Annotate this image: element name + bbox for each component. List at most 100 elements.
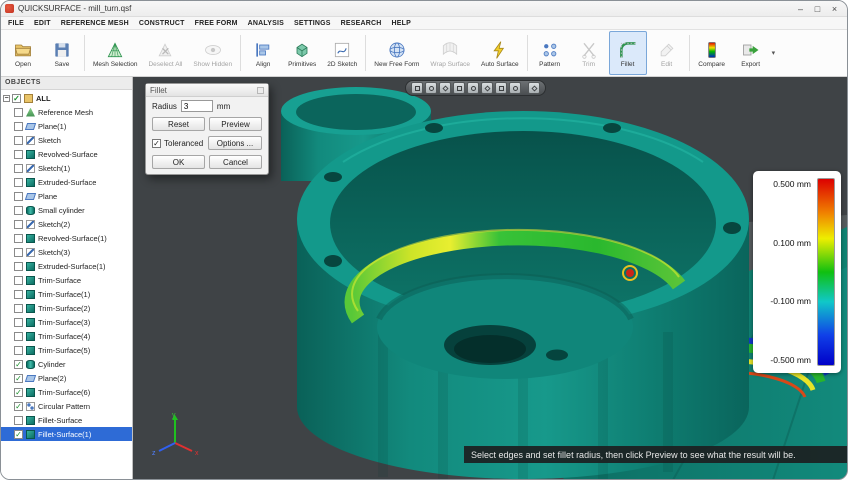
view-iso-view-button[interactable] <box>495 82 507 94</box>
maximize-button[interactable]: □ <box>809 2 826 16</box>
tree-item[interactable]: Sketch(2) <box>1 217 132 231</box>
checkbox[interactable] <box>14 178 23 187</box>
chevron-down-icon[interactable]: ▾ <box>772 49 776 57</box>
checkbox[interactable]: ✓ <box>14 402 23 411</box>
primitives-button[interactable]: Primitives <box>283 31 321 75</box>
show-hidden-button[interactable]: Show Hidden <box>188 31 237 75</box>
checkbox[interactable] <box>14 192 23 201</box>
compare-button[interactable]: Compare <box>693 31 731 75</box>
menu-item-free-form[interactable]: FREE FORM <box>195 20 238 27</box>
collapse-icon[interactable]: − <box>3 95 10 102</box>
checkbox[interactable] <box>14 150 23 159</box>
tree-item[interactable]: ✓Cylinder <box>1 357 132 371</box>
checkbox[interactable] <box>14 332 23 341</box>
checkbox[interactable]: ✓ <box>14 374 23 383</box>
checkbox[interactable] <box>14 346 23 355</box>
trim-button[interactable]: Trim <box>570 31 608 75</box>
menu-item-file[interactable]: FILE <box>8 20 24 27</box>
view-pan-button[interactable] <box>439 82 451 94</box>
tree-item[interactable]: Small cylinder <box>1 203 132 217</box>
viewport[interactable]: Fillet Radius mm Reset Preview ✓ Toleran… <box>133 77 847 479</box>
tree-item[interactable]: Trim-Surface(3) <box>1 315 132 329</box>
tree-item[interactable]: Trim-Surface(1) <box>1 287 132 301</box>
wrap-surface-button[interactable]: Wrap Surface <box>425 31 475 75</box>
checkbox[interactable] <box>14 220 23 229</box>
checkbox[interactable] <box>14 206 23 215</box>
tree-item[interactable]: Sketch(1) <box>1 161 132 175</box>
fillet-button[interactable]: Fillet <box>609 31 647 75</box>
checkbox[interactable]: ✓ <box>14 360 23 369</box>
dialog-close-button[interactable] <box>257 87 264 94</box>
menu-item-research[interactable]: RESEARCH <box>341 20 382 27</box>
tree-item[interactable]: ✓Trim-Surface(6) <box>1 385 132 399</box>
tree-item[interactable]: Trim-Surface(5) <box>1 343 132 357</box>
menu-item-reference-mesh[interactable]: REFERENCE MESH <box>61 20 129 27</box>
menu-item-construct[interactable]: CONSTRUCT <box>139 20 185 27</box>
view-rotate-button[interactable] <box>425 82 437 94</box>
open-button[interactable]: Open <box>4 31 42 75</box>
tree-item[interactable]: Sketch(3) <box>1 245 132 259</box>
checkbox[interactable]: ✓ <box>14 388 23 397</box>
view-select-button[interactable] <box>411 82 423 94</box>
tree-item[interactable]: Extruded-Surface(1) <box>1 259 132 273</box>
checkbox[interactable] <box>14 122 23 131</box>
checkbox[interactable] <box>14 164 23 173</box>
tree-item[interactable]: Fillet-Surface <box>1 413 132 427</box>
checkbox[interactable] <box>14 234 23 243</box>
save-button[interactable]: Save <box>43 31 81 75</box>
menu-item-analysis[interactable]: ANALYSIS <box>248 20 284 27</box>
checkbox[interactable] <box>14 248 23 257</box>
auto-surface-button[interactable]: Auto Surface <box>476 31 524 75</box>
tree-item[interactable]: Trim-Surface <box>1 273 132 287</box>
tree-item[interactable]: Plane <box>1 189 132 203</box>
reset-button[interactable]: Reset <box>152 117 205 131</box>
checkbox[interactable] <box>14 262 23 271</box>
menu-item-edit[interactable]: EDIT <box>34 20 51 27</box>
fillet-dialog-titlebar[interactable]: Fillet <box>146 84 268 97</box>
export-button[interactable]: Export <box>732 31 770 75</box>
edit-button[interactable]: Edit <box>648 31 686 75</box>
align-button[interactable]: Align <box>244 31 282 75</box>
title-bar[interactable]: QUICKSURFACE - mill_turn.qsf – □ × <box>1 1 847 17</box>
tree-item[interactable]: ✓Fillet-Surface(1) <box>1 427 132 441</box>
mesh-selection-button[interactable]: Mesh Selection <box>88 31 142 75</box>
close-button[interactable]: × <box>826 2 843 16</box>
view-zoom-button[interactable] <box>453 82 465 94</box>
tree-item[interactable]: Revolved-Surface(1) <box>1 231 132 245</box>
ok-button[interactable]: OK <box>152 155 205 169</box>
tree-item[interactable]: Sketch <box>1 133 132 147</box>
view-wireframe-button[interactable] <box>509 82 521 94</box>
tree-item[interactable]: Revolved-Surface <box>1 147 132 161</box>
checkbox[interactable] <box>14 318 23 327</box>
checkbox[interactable]: ✓ <box>14 430 23 439</box>
preview-button[interactable]: Preview <box>209 117 262 131</box>
checkbox[interactable]: ✓ <box>12 94 21 103</box>
tree-item[interactable]: Extruded-Surface <box>1 175 132 189</box>
tree-item[interactable]: Trim-Surface(4) <box>1 329 132 343</box>
menu-item-help[interactable]: HELP <box>392 20 411 27</box>
tree-item[interactable]: Plane(1) <box>1 119 132 133</box>
checkbox[interactable] <box>14 290 23 299</box>
view-zoom-fit-button[interactable] <box>467 82 479 94</box>
checkbox[interactable] <box>14 108 23 117</box>
view-front-view-button[interactable] <box>481 82 493 94</box>
deselect-all-button[interactable]: Deselect All <box>143 31 187 75</box>
tree-item[interactable]: ✓Plane(2) <box>1 371 132 385</box>
radius-input[interactable] <box>181 100 213 112</box>
menu-item-settings[interactable]: SETTINGS <box>294 20 331 27</box>
view-settings-button[interactable] <box>528 82 540 94</box>
free-form-button[interactable]: New Free Form <box>369 31 424 75</box>
checkbox[interactable] <box>14 304 23 313</box>
tree-item[interactable]: Reference Mesh <box>1 105 132 119</box>
pattern-button[interactable]: Pattern <box>531 31 569 75</box>
minimize-button[interactable]: – <box>792 2 809 16</box>
checkbox[interactable] <box>14 416 23 425</box>
checkbox[interactable] <box>14 276 23 285</box>
checkbox[interactable] <box>14 136 23 145</box>
toleranced-checkbox[interactable]: ✓ Toleranced <box>152 139 204 148</box>
sketch-2d-button[interactable]: 2D Sketch <box>322 31 362 75</box>
tree-root-all[interactable]: −✓ALL <box>1 91 132 105</box>
tree-item[interactable]: Trim-Surface(2) <box>1 301 132 315</box>
options-button[interactable]: Options ... <box>208 136 262 150</box>
tree-item[interactable]: ✓Circular Pattern <box>1 399 132 413</box>
